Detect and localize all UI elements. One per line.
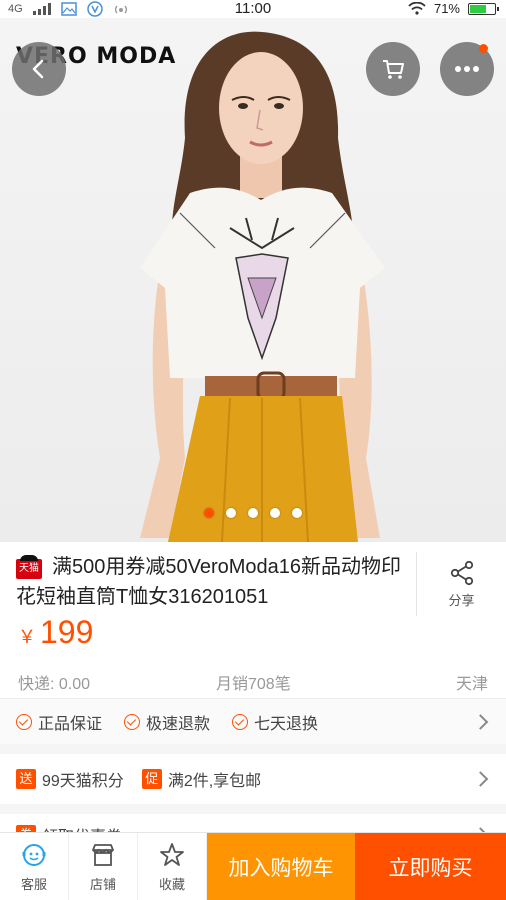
- status-bar: 4G 11:00 71%: [0, 0, 506, 18]
- star-icon: [160, 842, 184, 866]
- battery-fill: [470, 4, 487, 13]
- carousel-dot[interactable]: [226, 508, 236, 518]
- product-info: 天猫 满500用券减50VeroModa16新品动物印花短袖直筒T恤女316201…: [0, 542, 506, 654]
- price: ￥ 199: [18, 612, 93, 657]
- product-title: 满500用券减50VeroModa16新品动物印花短袖直筒T恤女31620105…: [16, 556, 402, 608]
- shop-button[interactable]: 店铺: [69, 833, 138, 900]
- promotion-row[interactable]: 送 99天猫积分 促满2件,享包邮: [0, 744, 506, 804]
- chevron-right-icon: [472, 713, 489, 730]
- product-title-block: 天猫 满500用券减50VeroModa16新品动物印花短袖直筒T恤女316201…: [16, 552, 408, 612]
- customer-service-label: 客服: [20, 876, 47, 892]
- price-symbol: ￥: [18, 627, 36, 647]
- guarantee-row[interactable]: 正品保证 极速退款 七天退换: [0, 698, 506, 744]
- chevron-left-icon: [32, 59, 44, 79]
- check-circle-icon: [124, 713, 141, 730]
- tmall-badge: 天猫: [16, 555, 42, 579]
- battery-percent: 71%: [433, 1, 460, 16]
- cart-button[interactable]: [366, 42, 420, 96]
- share-icon: [450, 560, 473, 585]
- ship-location: 天津: [455, 676, 488, 693]
- shipping-fee: 快递: 0.00: [18, 676, 91, 693]
- promotion-item: 促满2件,享包邮: [141, 767, 262, 791]
- more-dots-icon: [455, 66, 479, 72]
- guarantee-item: 极速退款: [124, 710, 210, 734]
- check-circle-icon: [232, 713, 249, 730]
- status-right: 71%: [408, 1, 499, 16]
- notification-dot: [479, 44, 488, 53]
- monthly-sales: 月销708笔: [216, 676, 291, 693]
- promotion-text: 满2件,享包邮: [167, 773, 262, 790]
- shop-icon: [92, 843, 114, 866]
- guarantee-label: 极速退款: [146, 715, 211, 733]
- shop-label: 店铺: [89, 876, 116, 892]
- buy-now-button[interactable]: 立即购买: [355, 833, 506, 900]
- carousel-indicator: [0, 508, 506, 518]
- add-to-cart-button[interactable]: 加入购物车: [207, 833, 355, 900]
- carousel-dot[interactable]: [204, 508, 214, 518]
- carousel-dot[interactable]: [292, 508, 302, 518]
- promotion-item: 送 99天猫积分: [16, 767, 124, 791]
- share-button[interactable]: 分享: [416, 552, 506, 616]
- guarantee-label: 正品保证: [38, 715, 103, 733]
- guarantee-label: 七天退换: [254, 715, 319, 733]
- model-photo: [140, 31, 385, 542]
- carousel-dot[interactable]: [248, 508, 258, 518]
- guarantee-item: 七天退换: [232, 710, 318, 734]
- customer-service-icon: [22, 843, 46, 866]
- gift-tag: 送: [16, 769, 36, 789]
- bottom-action-bar: 客服 店铺 收藏 加入购物车 立即购买: [0, 832, 506, 900]
- check-circle-icon: [16, 713, 32, 730]
- price-value: 199: [40, 614, 94, 650]
- sales-meta: 快递: 0.00 月销708笔 天津: [0, 664, 506, 694]
- product-image-carousel[interactable]: VERO MODA: [0, 18, 506, 542]
- promotion-text: 99天猫积分: [42, 773, 124, 790]
- more-button[interactable]: [440, 42, 494, 96]
- favorite-label: 收藏: [158, 876, 185, 892]
- cart-icon: [383, 60, 404, 79]
- carousel-dot[interactable]: [270, 508, 280, 518]
- battery-icon: [468, 2, 499, 15]
- wifi-icon: [408, 2, 426, 15]
- customer-service-button[interactable]: 客服: [0, 833, 69, 900]
- share-label: 分享: [448, 592, 475, 608]
- promo-tag: 促: [141, 769, 162, 789]
- back-button[interactable]: [12, 42, 66, 96]
- guarantee-item: 正品保证: [16, 710, 102, 734]
- chevron-right-icon: [472, 771, 489, 787]
- favorite-button[interactable]: 收藏: [138, 833, 207, 900]
